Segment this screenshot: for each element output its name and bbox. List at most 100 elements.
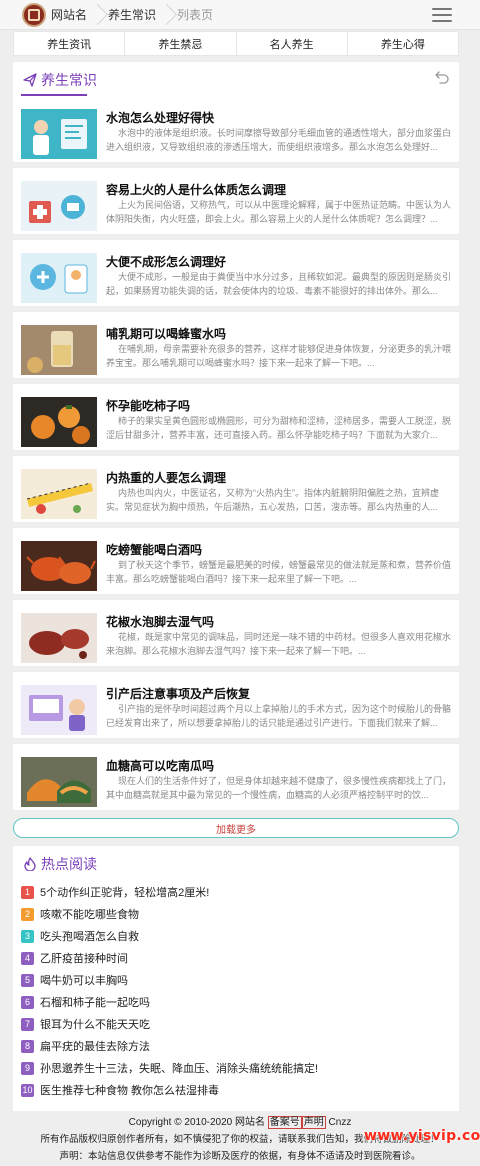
hot-item-label[interactable]: 乙肝疫苗接种时间 bbox=[40, 950, 128, 966]
hot-section-header: 热点阅读 bbox=[13, 846, 459, 880]
article-thumbnail[interactable] bbox=[21, 253, 97, 303]
rank-badge: 3 bbox=[21, 929, 34, 943]
article-title[interactable]: 吃螃蟹能喝白酒吗 bbox=[106, 541, 202, 558]
article-thumbnail[interactable] bbox=[21, 613, 97, 663]
article-summary: 到了秋天这个季节，螃蟹是最肥美的时候，螃蟹最常见的做法就是蒸和煮，营养价值丰富。… bbox=[106, 560, 451, 584]
hot-item-label[interactable]: 银耳为什么不能天天吃 bbox=[40, 1016, 150, 1032]
rank-badge: 10 bbox=[21, 1083, 34, 1097]
hot-title: 热点阅读 bbox=[23, 854, 97, 874]
section-header: 养生常识 bbox=[13, 62, 459, 96]
hot-item[interactable]: 4 乙肝疫苗接种时间 bbox=[21, 948, 128, 968]
rank-badge: 4 bbox=[21, 951, 34, 965]
hot-item-label[interactable]: 5个动作纠正驼背，轻松增高2厘米! bbox=[40, 884, 209, 900]
rank-badge: 5 bbox=[21, 973, 34, 987]
site-logo[interactable] bbox=[22, 2, 46, 27]
nav-item[interactable]: 名人养生 bbox=[237, 32, 348, 55]
section-title-text: 养生常识 bbox=[41, 72, 97, 88]
nav-item[interactable]: 养生资讯 bbox=[14, 32, 126, 55]
nav-item[interactable]: 养生禁忌 bbox=[125, 32, 237, 55]
hot-item-label[interactable]: 咳嗽不能吃哪些食物 bbox=[40, 906, 139, 922]
list-item[interactable]: 血糖高可以吃南瓜吗 现在人们的生活条件好了，但是身体却越来越不健康了，很多慢性疾… bbox=[13, 744, 459, 810]
hot-item-label[interactable]: 吃头孢喝酒怎么自救 bbox=[40, 928, 139, 944]
hamburger-menu-icon[interactable] bbox=[432, 8, 452, 22]
hot-item[interactable]: 9 孙思邈养生十三法，失眠、降血压、消除头痛统统能搞定! bbox=[21, 1058, 318, 1078]
hot-title-text: 热点阅读 bbox=[41, 856, 97, 872]
copyright-text: Copyright © 2010-2020 网站名 bbox=[128, 1117, 265, 1128]
list-item[interactable]: 花椒水泡脚去湿气吗 花椒，既是家中常见的调味品，同时还是一味不错的中药材。但很多… bbox=[13, 600, 459, 666]
article-title[interactable]: 血糖高可以吃南瓜吗 bbox=[106, 757, 214, 774]
rank-badge: 7 bbox=[21, 1017, 34, 1031]
watermark: www.yisvip.com bbox=[364, 1128, 480, 1144]
breadcrumb-current: 列表页 bbox=[177, 8, 214, 22]
hot-item[interactable]: 2 咳嗽不能吃哪些食物 bbox=[21, 904, 139, 924]
list-item[interactable]: 大便不成形怎么调理好 大便不成形，一般是由于粪便当中水分过多，且稀软如泥。最典型… bbox=[13, 240, 459, 306]
breadcrumb-home[interactable]: 网站名 bbox=[51, 6, 87, 23]
article-title[interactable]: 大便不成形怎么调理好 bbox=[106, 253, 226, 270]
article-thumbnail[interactable] bbox=[21, 109, 97, 159]
rank-badge: 2 bbox=[21, 907, 34, 921]
article-thumbnail[interactable] bbox=[21, 469, 97, 519]
article-thumbnail[interactable] bbox=[21, 181, 97, 231]
article-title[interactable]: 内热重的人要怎么调理 bbox=[106, 469, 226, 486]
load-more-button[interactable]: 加载更多 bbox=[13, 818, 459, 838]
rank-badge: 1 bbox=[21, 885, 34, 899]
flame-icon bbox=[24, 857, 36, 871]
category-nav: 养生资讯 养生禁忌 名人养生 养生心得 bbox=[13, 31, 459, 56]
article-title[interactable]: 容易上火的人是什么体质怎么调理 bbox=[106, 181, 286, 198]
hot-item[interactable]: 8 扁平疣的最佳去除方法 bbox=[21, 1036, 150, 1056]
article-thumbnail[interactable] bbox=[21, 541, 97, 591]
breadcrumb-separator bbox=[161, 0, 169, 30]
article-thumbnail[interactable] bbox=[21, 685, 97, 735]
article-title[interactable]: 花椒水泡脚去湿气吗 bbox=[106, 613, 214, 630]
hot-list: 1 5个动作纠正驼背，轻松增高2厘米! 2 咳嗽不能吃哪些食物 3 吃头孢喝酒怎么自救… bbox=[13, 876, 459, 1111]
top-bar: 网站名 养生常识 列表页 bbox=[0, 0, 480, 30]
hot-item[interactable]: 3 吃头孢喝酒怎么自救 bbox=[21, 926, 139, 946]
section-title: 养生常识 bbox=[23, 70, 97, 90]
list-item[interactable]: 水泡怎么处理好得快 水泡中的液体是组织液。长时间摩擦导致部分毛细血管的通透性增大… bbox=[13, 96, 459, 162]
article-summary: 在哺乳期，母亲需要补充很多的营养，这样才能够促进身体恢复，分泌更多的乳汁喂养宝宝… bbox=[106, 344, 451, 368]
breadcrumb-section[interactable]: 养生常识 bbox=[108, 6, 156, 23]
rank-badge: 9 bbox=[21, 1061, 34, 1075]
hot-item[interactable]: 1 5个动作纠正驼背，轻松增高2厘米! bbox=[21, 882, 209, 902]
article-title[interactable]: 引产后注意事项及产后恢复 bbox=[106, 685, 250, 702]
list-item[interactable]: 吃螃蟹能喝白酒吗 到了秋天这个季节，螃蟹是最肥美的时候，螃蟹最常见的做法就是蒸和… bbox=[13, 528, 459, 594]
article-title[interactable]: 水泡怎么处理好得快 bbox=[106, 109, 214, 126]
hot-item[interactable]: 5 喝牛奶可以丰胸吗 bbox=[21, 970, 128, 990]
list-item[interactable]: 容易上火的人是什么体质怎么调理 上火为民间俗语，又称热气，可以从中医理论解释，属… bbox=[13, 168, 459, 234]
paper-plane-icon bbox=[23, 73, 37, 87]
article-thumbnail[interactable] bbox=[21, 397, 97, 447]
footer-disclaimer: 声明：本站信息仅供参考不能作为诊断及医疗的依据，有身体不适请及时到医院看诊。 bbox=[59, 1151, 421, 1162]
statement-link[interactable]: 声明 bbox=[301, 1116, 326, 1129]
hot-item-label[interactable]: 石榴和柿子能一起吃吗 bbox=[40, 994, 150, 1010]
cnzz-link[interactable]: Cnzz bbox=[329, 1117, 352, 1128]
article-summary: 花椒，既是家中常见的调味品，同时还是一味不错的中药材。但很多人喜欢用花椒水来泡脚… bbox=[106, 632, 451, 656]
rank-badge: 6 bbox=[21, 995, 34, 1009]
article-title[interactable]: 怀孕能吃柿子吗 bbox=[106, 397, 190, 414]
article-summary: 柿子的果实呈黄色圆形或椭圆形，可分为甜柿和涩柿，涩柿居多，需要人工脱涩，脱涩后甘… bbox=[106, 416, 451, 440]
rank-badge: 8 bbox=[21, 1039, 34, 1053]
list-item[interactable]: 怀孕能吃柿子吗 柿子的果实呈黄色圆形或椭圆形，可分为甜柿和涩柿，涩柿居多，需要人… bbox=[13, 384, 459, 450]
list-item[interactable]: 内热重的人要怎么调理 内热也叫内火，中医证名，又称为“火热内生”。指体内脏腑阴阳… bbox=[13, 456, 459, 522]
article-summary: 现在人们的生活条件好了，但是身体却越来越不健康了，很多慢性疾病都找上了门，其中血… bbox=[106, 776, 451, 800]
hot-item[interactable]: 6 石榴和柿子能一起吃吗 bbox=[21, 992, 150, 1012]
article-summary: 水泡中的液体是组织液。长时间摩擦导致部分毛细血管的通透性增大，部分血浆蛋白进入组… bbox=[106, 128, 451, 152]
beian-link[interactable]: 备案号 bbox=[267, 1116, 302, 1129]
article-summary: 上火为民间俗语，又称热气，可以从中医理论解释，属于中医热证范畴。中医认为人体阴阳… bbox=[106, 200, 451, 224]
hot-item[interactable]: 7 银耳为什么不能天天吃 bbox=[21, 1014, 150, 1034]
article-thumbnail[interactable] bbox=[21, 757, 97, 807]
list-item[interactable]: 引产后注意事项及产后恢复 引产指的是怀孕时间超过两个月以上拿掉胎儿的手术方式，因… bbox=[13, 672, 459, 738]
article-summary: 引产指的是怀孕时间超过两个月以上拿掉胎儿的手术方式，因为这个时候胎儿的骨骼已经发… bbox=[106, 704, 451, 728]
back-icon[interactable] bbox=[435, 70, 449, 84]
article-title[interactable]: 哺乳期可以喝蜂蜜水吗 bbox=[106, 325, 226, 342]
hot-item-label[interactable]: 喝牛奶可以丰胸吗 bbox=[40, 972, 128, 988]
article-thumbnail[interactable] bbox=[21, 325, 97, 375]
article-summary: 大便不成形，一般是由于粪便当中水分过多，且稀软如泥。最典型的原因则是肠炎引起，如… bbox=[106, 272, 451, 296]
hot-item-label[interactable]: 孙思邈养生十三法，失眠、降血压、消除头痛统统能搞定! bbox=[40, 1060, 318, 1076]
hot-item-label[interactable]: 扁平疣的最佳去除方法 bbox=[40, 1038, 150, 1054]
list-item[interactable]: 哺乳期可以喝蜂蜜水吗 在哺乳期，母亲需要补充很多的营养，这样才能够促进身体恢复，… bbox=[13, 312, 459, 378]
breadcrumb-separator bbox=[92, 0, 100, 30]
hot-item[interactable]: 10 医生推荐七种食物 教你怎么祛湿排毒 bbox=[21, 1080, 219, 1100]
article-summary: 内热也叫内火，中医证名，又称为“火热内生”。指体内脏腑阴阳偏胜之热，宜辨虚实。常… bbox=[106, 488, 439, 512]
nav-item[interactable]: 养生心得 bbox=[348, 32, 458, 55]
hot-item-label[interactable]: 医生推荐七种食物 教你怎么祛湿排毒 bbox=[40, 1082, 219, 1098]
